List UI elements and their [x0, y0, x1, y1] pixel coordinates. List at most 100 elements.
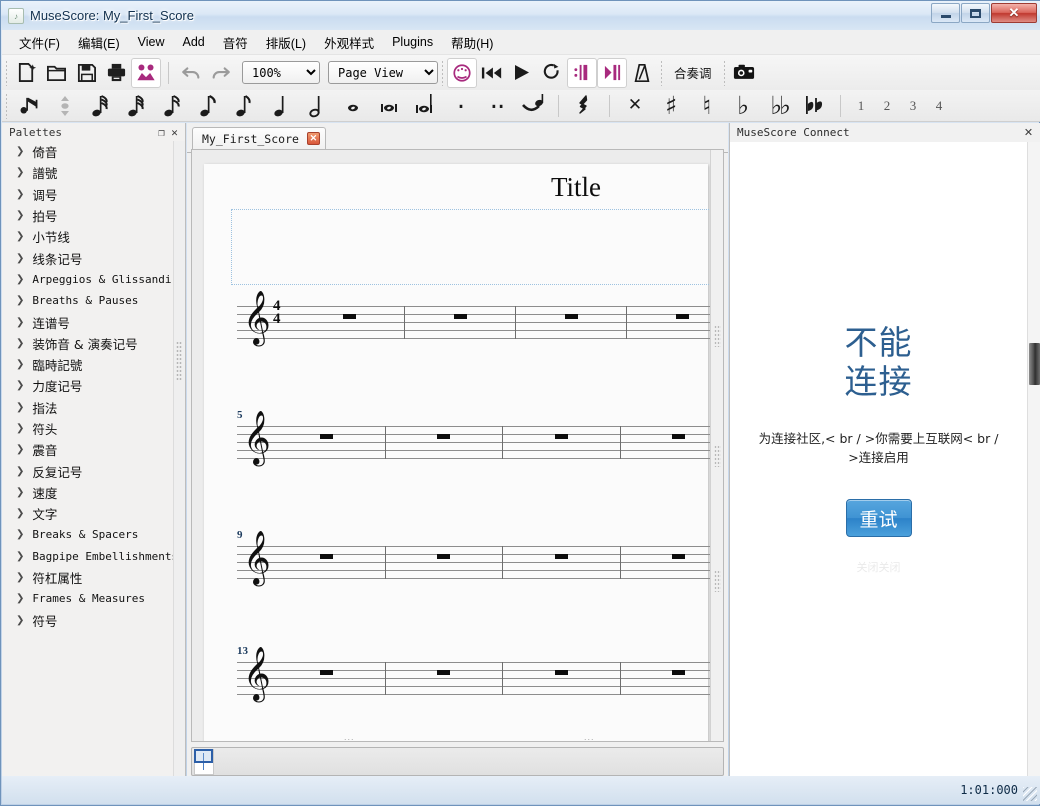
- whole-measure-rest[interactable]: [672, 670, 686, 675]
- score-scroll-grip-3[interactable]: [714, 570, 721, 592]
- palette-item-1[interactable]: ❯ 譜號: [2, 162, 174, 183]
- undock-icon[interactable]: ❐: [155, 126, 168, 139]
- pitch-up-down-button[interactable]: [47, 92, 83, 120]
- zoom-level-select[interactable]: 100%: [242, 61, 320, 84]
- whole-measure-rest[interactable]: [554, 554, 568, 559]
- voice-4-button[interactable]: 4: [926, 92, 952, 120]
- palettes-scroll-grip[interactable]: [176, 341, 182, 381]
- menu-view[interactable]: View: [129, 32, 174, 52]
- pan-score-button[interactable]: [597, 57, 627, 88]
- accidental-natural-button[interactable]: ♮: [689, 92, 725, 120]
- note-toolbar-handle[interactable]: [5, 92, 8, 119]
- note-entry-button[interactable]: [11, 92, 47, 120]
- time-signature[interactable]: 44: [273, 299, 281, 327]
- palette-item-19[interactable]: ❯ Bagpipe Embellishments: [2, 546, 174, 567]
- whole-measure-rest[interactable]: [437, 670, 451, 675]
- staff[interactable]: 𝄞: [237, 650, 723, 697]
- whole-measure-rest[interactable]: [453, 314, 467, 319]
- barline[interactable]: [619, 546, 621, 579]
- concert-pitch-button[interactable]: 合奏调: [666, 63, 720, 82]
- whole-measure-rest[interactable]: [319, 670, 333, 675]
- voice-2-button[interactable]: 2: [874, 92, 900, 120]
- palette-item-7[interactable]: ❯ Breaths & Pauses: [2, 290, 174, 311]
- barline[interactable]: [502, 546, 503, 579]
- note-input-button[interactable]: [447, 57, 477, 88]
- barline[interactable]: [384, 662, 386, 695]
- whole-measure-rest[interactable]: [554, 434, 568, 439]
- duration-half-button[interactable]: [299, 92, 335, 120]
- palette-item-20[interactable]: ❯ 符杠属性: [2, 567, 174, 588]
- barline[interactable]: [384, 426, 386, 459]
- whole-measure-rest[interactable]: [675, 314, 689, 319]
- score-vertical-scrollbar[interactable]: [710, 150, 723, 741]
- whole-measure-rest[interactable]: [554, 670, 568, 675]
- menu-edit[interactable]: 编辑(E): [69, 30, 129, 55]
- treble-clef-icon[interactable]: 𝄞: [243, 414, 271, 461]
- voice-1-button[interactable]: 1: [848, 92, 874, 120]
- menu-style[interactable]: 外观样式: [315, 30, 383, 55]
- palette-item-12[interactable]: ❯ 指法: [2, 397, 174, 418]
- navigator-viewport-box[interactable]: [194, 749, 213, 763]
- redo-button[interactable]: [206, 58, 236, 88]
- palette-item-21[interactable]: ❯ Frames & Measures: [2, 588, 174, 609]
- palettes-scrollbar[interactable]: [173, 141, 185, 777]
- palette-item-6[interactable]: ❯ Arpeggios & Glissandi: [2, 269, 174, 290]
- palette-item-14[interactable]: ❯ 震音: [2, 439, 174, 460]
- play-repeats-button[interactable]: [567, 57, 597, 88]
- staff[interactable]: 𝄞: [237, 534, 723, 581]
- treble-clef-icon[interactable]: 𝄞: [243, 650, 271, 697]
- duration-16th-button[interactable]: [155, 92, 191, 120]
- score-canvas[interactable]: Title 𝄞 4 4 5 𝄞 9 𝄞 13 𝄞 ... ...: [191, 149, 724, 742]
- palette-item-17[interactable]: ❯ 文字: [2, 503, 174, 524]
- duration-64th-button[interactable]: [83, 92, 119, 120]
- maximize-button[interactable]: [961, 3, 990, 23]
- retry-button[interactable]: 重试: [845, 499, 912, 537]
- whole-measure-rest[interactable]: [672, 554, 686, 559]
- duration-quarter-button[interactable]: [263, 92, 299, 120]
- palette-item-18[interactable]: ❯ Breaks & Spacers: [2, 524, 174, 545]
- page-title[interactable]: Title: [551, 172, 601, 203]
- score-scroll-grip-2[interactable]: [714, 445, 721, 467]
- menu-layout[interactable]: 排版(L): [257, 30, 315, 55]
- metronome-button[interactable]: [627, 58, 657, 88]
- duration-longa-button[interactable]: [407, 92, 443, 120]
- treble-clef-icon[interactable]: 𝄞: [243, 294, 271, 341]
- dismiss-link[interactable]: 关闭关闭: [857, 559, 901, 575]
- title-frame[interactable]: [231, 209, 723, 285]
- whole-measure-rest[interactable]: [319, 434, 333, 439]
- save-button[interactable]: [71, 58, 101, 88]
- close-icon[interactable]: ✕: [168, 126, 181, 139]
- toolbar-handle[interactable]: [5, 59, 8, 86]
- accidental-double-sharp-button[interactable]: ✕: [617, 92, 653, 120]
- score-page[interactable]: Title 𝄞 4 4 5 𝄞 9 𝄞 13 𝄞 ... ...: [204, 164, 723, 741]
- menu-add[interactable]: Add: [174, 32, 214, 52]
- accidental-double-flat-button[interactable]: ♭♭: [761, 92, 797, 120]
- open-file-button[interactable]: [41, 58, 71, 88]
- barline[interactable]: [404, 306, 405, 339]
- palette-item-9[interactable]: ❯ 装饰音 & 演奏记号: [2, 333, 174, 354]
- palette-item-13[interactable]: ❯ 符头: [2, 418, 174, 439]
- loop-playback-button[interactable]: [537, 58, 567, 88]
- rest-button[interactable]: [566, 92, 602, 120]
- close-icon[interactable]: ✕: [1022, 126, 1035, 139]
- score-tab[interactable]: My_First_Score ✕: [192, 127, 326, 149]
- score-scroll-grip-1[interactable]: [714, 325, 721, 347]
- barline[interactable]: [502, 662, 503, 695]
- barline[interactable]: [384, 546, 386, 579]
- voice-3-button[interactable]: 3: [900, 92, 926, 120]
- whole-measure-rest[interactable]: [319, 554, 333, 559]
- palette-item-0[interactable]: ❯ 倚音: [2, 141, 174, 162]
- duration-breve-button[interactable]: [371, 92, 407, 120]
- minimize-button[interactable]: [931, 3, 960, 23]
- whole-measure-rest[interactable]: [437, 554, 451, 559]
- barline[interactable]: [502, 426, 503, 459]
- rewind-button[interactable]: [477, 58, 507, 88]
- palette-item-16[interactable]: ❯ 速度: [2, 482, 174, 503]
- staff[interactable]: 𝄞: [237, 414, 723, 461]
- score-navigator[interactable]: [191, 747, 724, 776]
- palette-item-10[interactable]: ❯ 臨時記號: [2, 354, 174, 375]
- camera-capture-button[interactable]: [729, 58, 759, 88]
- musescore-connect-button[interactable]: [131, 57, 161, 88]
- menu-help[interactable]: 帮助(H): [442, 30, 502, 55]
- treble-clef-icon[interactable]: 𝄞: [243, 534, 271, 581]
